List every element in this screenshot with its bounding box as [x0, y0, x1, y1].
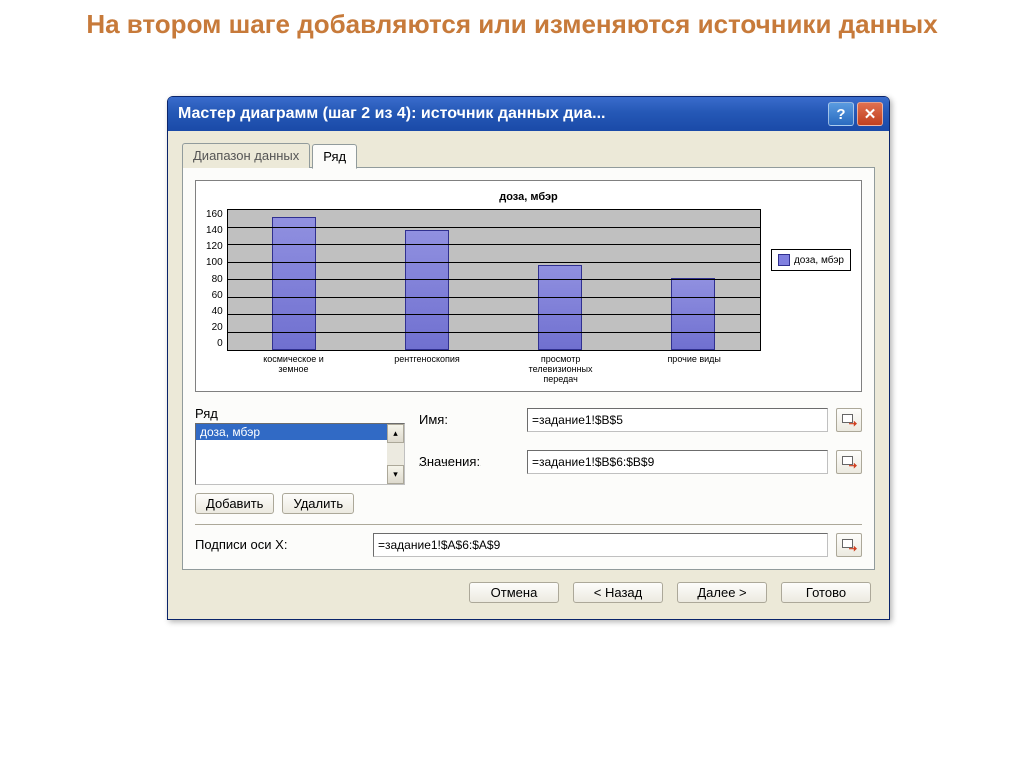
close-button[interactable]: ✕ — [857, 102, 883, 126]
y-axis: 0 20 40 60 80 100 120 140 160 — [206, 209, 227, 349]
y-tick: 140 — [206, 225, 223, 236]
xlabels-range-picker[interactable] — [836, 533, 862, 557]
next-button[interactable]: Далее > — [677, 582, 767, 603]
legend-swatch — [778, 254, 790, 266]
titlebar-text: Мастер диаграмм (шаг 2 из 4): источник д… — [178, 105, 825, 123]
tab-series[interactable]: Ряд — [312, 144, 357, 169]
titlebar: Мастер диаграмм (шаг 2 из 4): источник д… — [168, 97, 889, 131]
range-select-icon — [842, 414, 856, 426]
chart-bar — [272, 217, 316, 350]
finish-button[interactable]: Готово — [781, 582, 871, 603]
chevron-up-icon: ▴ — [393, 428, 398, 439]
y-tick: 80 — [206, 274, 223, 285]
tab-data-range[interactable]: Диапазон данных — [182, 143, 310, 168]
y-tick: 20 — [206, 322, 223, 333]
scroll-up-button[interactable]: ▴ — [387, 424, 404, 443]
x-tick-label: рентгеноскопия — [387, 355, 467, 385]
tab-row: Диапазон данных Ряд — [182, 143, 875, 168]
y-tick: 100 — [206, 257, 223, 268]
range-select-icon — [842, 539, 856, 551]
y-tick: 160 — [206, 209, 223, 220]
wizard-footer: Отмена < Назад Далее > Готово — [182, 570, 875, 605]
name-label: Имя: — [419, 412, 519, 427]
chevron-down-icon: ▾ — [393, 469, 398, 480]
series-list-label: Ряд — [195, 406, 405, 421]
legend-text: доза, мбэр — [794, 255, 844, 266]
x-tick-label: просмотр телевизионных передач — [521, 355, 601, 385]
chart-bar — [538, 265, 582, 350]
chart-plot — [227, 209, 761, 351]
chart-wizard-dialog: Мастер диаграмм (шаг 2 из 4): источник д… — [167, 96, 890, 620]
values-range-picker[interactable] — [836, 450, 862, 474]
back-button[interactable]: < Назад — [573, 582, 663, 603]
chart-legend: доза, мбэр — [771, 249, 851, 271]
name-range-picker[interactable] — [836, 408, 862, 432]
chart-preview: доза, мбэр 0 20 40 60 80 100 120 140 160 космиче… — [195, 180, 862, 392]
name-input[interactable] — [527, 408, 828, 432]
cancel-button[interactable]: Отмена — [469, 582, 559, 603]
range-select-icon — [842, 456, 856, 468]
help-button[interactable]: ? — [828, 102, 854, 126]
add-series-button[interactable]: Добавить — [195, 493, 274, 514]
values-input[interactable] — [527, 450, 828, 474]
values-label: Значения: — [419, 454, 519, 469]
divider — [195, 524, 862, 525]
series-list-scrollbar: ▴ ▾ — [387, 424, 404, 484]
remove-series-button[interactable]: Удалить — [282, 493, 354, 514]
tab-content: доза, мбэр 0 20 40 60 80 100 120 140 160 космиче… — [182, 167, 875, 570]
series-listbox[interactable]: доза, мбэр ▴ ▾ — [195, 423, 405, 485]
xlabels-label: Подписи оси X: — [195, 537, 365, 552]
x-tick-label: космическое и земное — [253, 355, 333, 385]
chart-title: доза, мбэр — [206, 191, 851, 203]
xlabels-input[interactable] — [373, 533, 828, 557]
page-heading: На втором шаге добавляются или изменяютс… — [0, 0, 1024, 42]
x-tick-label: прочие виды — [654, 355, 734, 385]
close-icon: ✕ — [864, 105, 877, 123]
y-tick: 0 — [206, 338, 223, 349]
y-tick: 120 — [206, 241, 223, 252]
y-tick: 60 — [206, 290, 223, 301]
x-axis-labels: космическое и земное рентгеноскопия просмо… — [227, 355, 761, 385]
series-item-selected[interactable]: доза, мбэр — [196, 424, 387, 440]
dialog-body: Диапазон данных Ряд доза, мбэр 0 20 40 60 80… — [168, 131, 889, 619]
scroll-down-button[interactable]: ▾ — [387, 465, 404, 484]
y-tick: 40 — [206, 306, 223, 317]
